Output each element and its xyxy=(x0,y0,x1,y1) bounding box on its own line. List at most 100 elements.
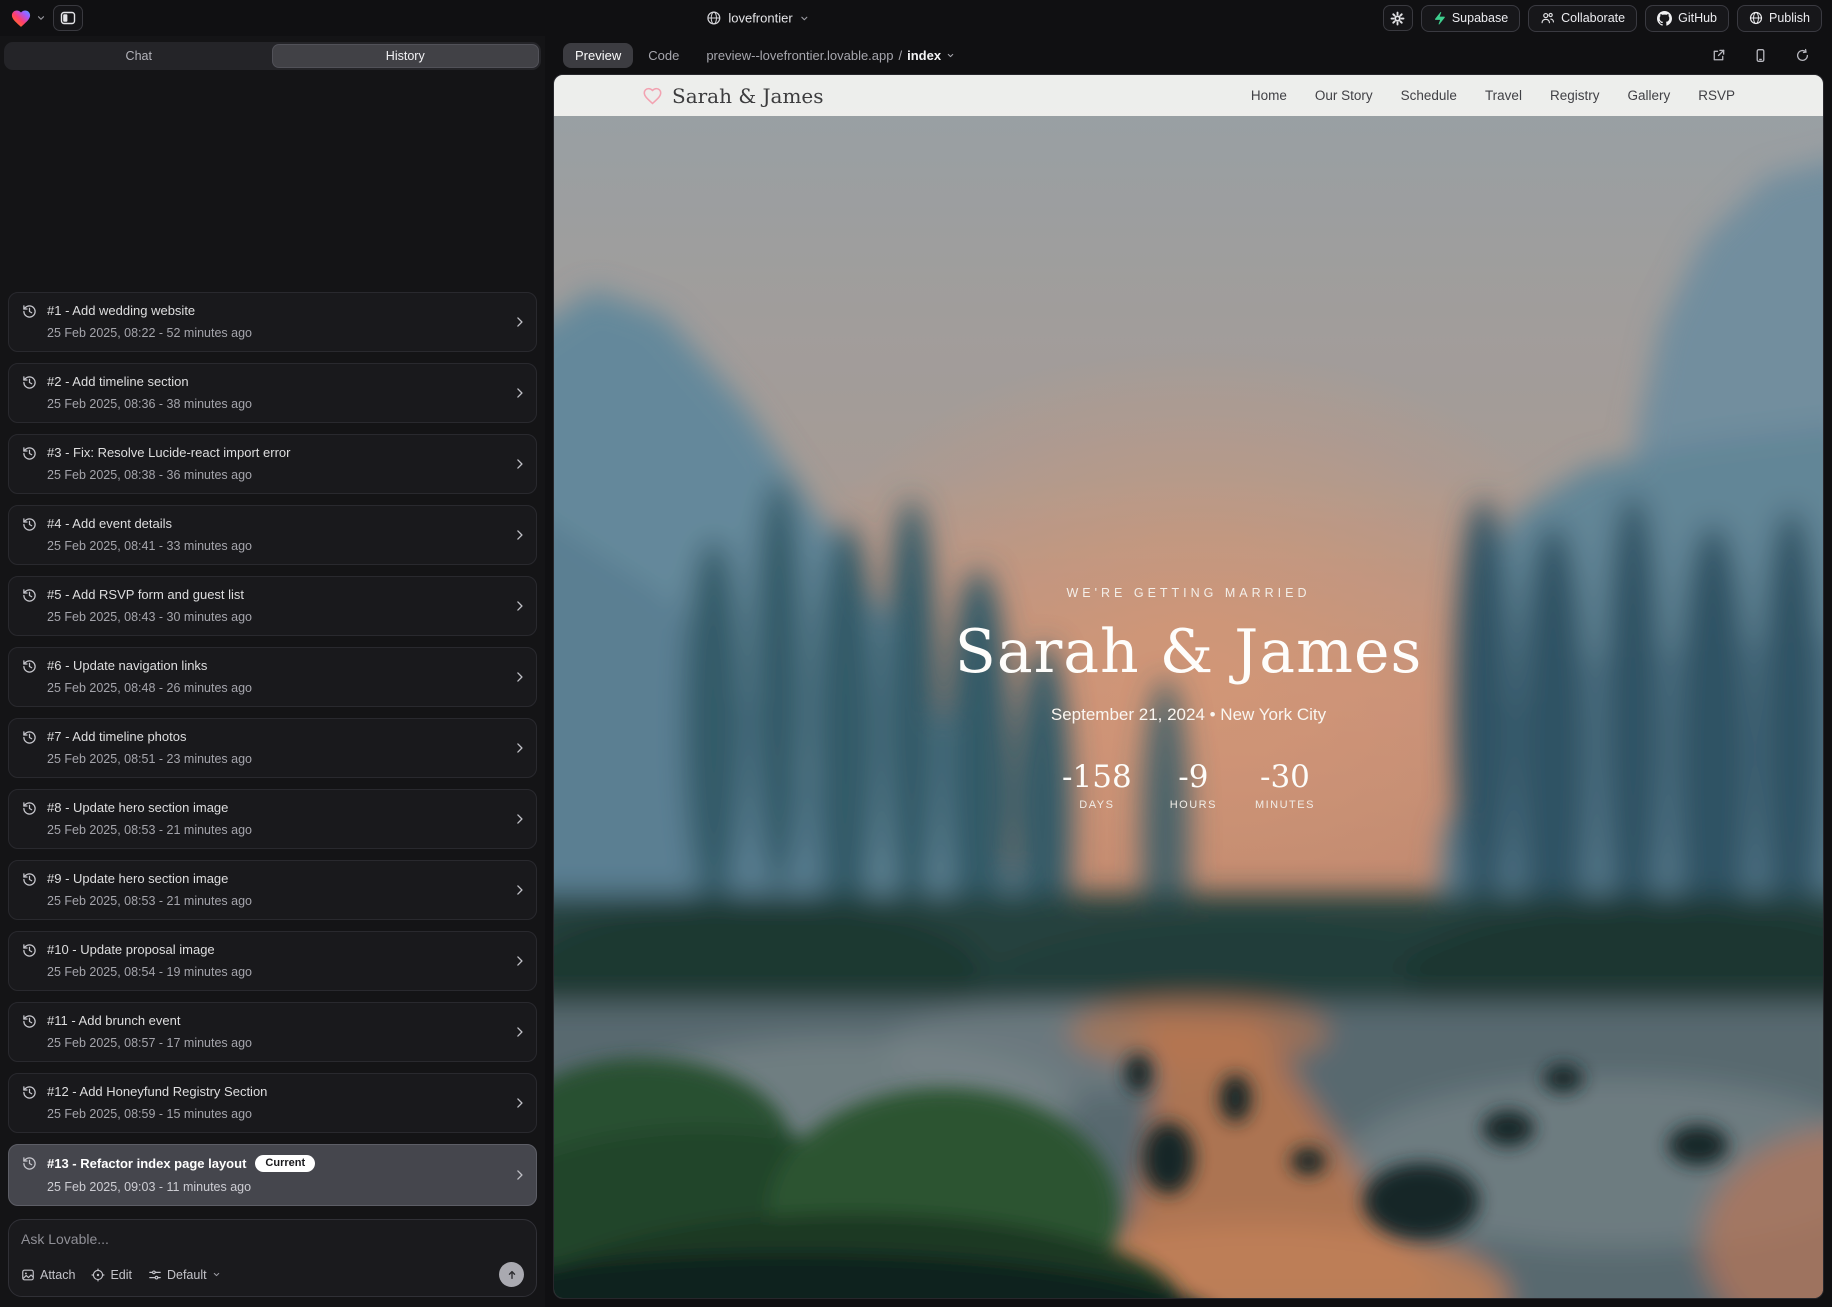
history-item-title: #6 - Update navigation links xyxy=(47,658,207,673)
hero-eyebrow: WE'RE GETTING MARRIED xyxy=(1066,586,1310,600)
mode-select[interactable]: Default xyxy=(148,1268,221,1282)
external-link-icon[interactable] xyxy=(1711,48,1726,63)
history-item-10[interactable]: #10 - Update proposal image 25 Feb 2025, … xyxy=(8,931,537,991)
history-item-7[interactable]: #7 - Add timeline photos25 Feb 2025, 08:… xyxy=(8,718,537,778)
supabase-button[interactable]: Supabase xyxy=(1421,5,1520,32)
history-item-1[interactable]: #1 - Add wedding website 25 Feb 2025, 08:… xyxy=(8,292,537,352)
history-item-11[interactable]: #11 - Add brunch event25 Feb 2025, 08:57… xyxy=(8,1002,537,1062)
chevron-right-icon xyxy=(513,955,526,968)
countdown-minutes: -30 MINUTES xyxy=(1255,762,1315,811)
preview-url-host: preview--lovefrontier.lovable.app xyxy=(706,48,893,63)
history-item-date: 25 Feb 2025, 08:53 - 21 minutes ago xyxy=(47,823,506,837)
history-item-title: #10 - Update proposal image xyxy=(47,942,215,957)
chevron-right-icon xyxy=(513,458,526,471)
chevron-right-icon xyxy=(513,529,526,542)
chevron-right-icon xyxy=(513,1026,526,1039)
settings-button[interactable] xyxy=(1383,5,1413,31)
history-item-8[interactable]: #8 - Update hero section image25 Feb 202… xyxy=(8,789,537,849)
history-item-date: 25 Feb 2025, 08:48 - 26 minutes ago xyxy=(47,681,506,695)
history-item-date: 25 Feb 2025, 08:36 - 38 minutes ago xyxy=(47,397,506,411)
lovable-heart-icon xyxy=(10,8,32,28)
refresh-icon[interactable] xyxy=(1795,48,1810,63)
app-window: lovefrontier xyxy=(0,0,1832,1307)
supabase-icon xyxy=(1433,11,1446,25)
gear-icon xyxy=(1390,11,1405,26)
nav-registry[interactable]: Registry xyxy=(1550,88,1600,103)
chevron-right-icon xyxy=(513,316,526,329)
history-item-date: 25 Feb 2025, 08:53 - 21 minutes ago xyxy=(47,894,506,908)
countdown-hours-label: HOURS xyxy=(1170,799,1217,811)
hero-section: WE'RE GETTING MARRIED Sarah & James Sept… xyxy=(554,87,1823,1299)
history-item-title: #3 - Fix: Resolve Lucide-react import er… xyxy=(47,445,290,460)
history-item-13-current[interactable]: #13 - Refactor index page layout Current… xyxy=(8,1144,537,1206)
nav-our-story[interactable]: Our Story xyxy=(1315,88,1373,103)
history-item-4[interactable]: #4 - Add event details25 Feb 2025, 08:41… xyxy=(8,505,537,565)
publish-button-label: Publish xyxy=(1769,11,1810,25)
chevron-right-icon xyxy=(513,884,526,897)
chevron-right-icon xyxy=(513,671,526,684)
countdown-days: -158 DAYS xyxy=(1062,762,1132,811)
countdown-minutes-value: -30 xyxy=(1260,762,1310,793)
chevron-down-icon xyxy=(212,1270,221,1279)
chevron-right-icon xyxy=(513,813,526,826)
site-nav: Home Our Story Schedule Travel Registry … xyxy=(1251,88,1735,103)
chevron-right-icon xyxy=(513,742,526,755)
site-header: Sarah & James Home Our Story Schedule Tr… xyxy=(554,75,1823,116)
nav-home[interactable]: Home xyxy=(1251,88,1287,103)
tab-preview[interactable]: Preview xyxy=(563,43,633,68)
history-item-title: #9 - Update hero section image xyxy=(47,871,228,886)
toggle-sidebar-button[interactable] xyxy=(53,5,83,31)
countdown-days-label: DAYS xyxy=(1079,799,1114,811)
countdown-hours-value: -9 xyxy=(1178,762,1208,793)
github-button[interactable]: GitHub xyxy=(1645,5,1729,32)
history-icon xyxy=(22,446,37,461)
history-item-3[interactable]: #3 - Fix: Resolve Lucide-react import er… xyxy=(8,434,537,494)
history-item-date: 25 Feb 2025, 09:03 - 11 minutes ago xyxy=(47,1180,506,1194)
history-item-6[interactable]: #6 - Update navigation links 25 Feb 2025,… xyxy=(8,647,537,707)
tab-code[interactable]: Code xyxy=(648,48,679,63)
publish-globe-icon xyxy=(1749,11,1763,25)
tab-chat[interactable]: Chat xyxy=(6,44,272,68)
project-name: lovefrontier xyxy=(728,11,792,26)
publish-button[interactable]: Publish xyxy=(1737,5,1822,32)
history-icon xyxy=(22,730,37,745)
attach-button-label: Attach xyxy=(40,1268,75,1282)
history-item-date: 25 Feb 2025, 08:54 - 19 minutes ago xyxy=(47,965,506,979)
collaborate-button[interactable]: Collaborate xyxy=(1528,5,1637,32)
edit-button-label: Edit xyxy=(110,1268,132,1282)
edit-button[interactable]: Edit xyxy=(91,1268,132,1282)
preview-url[interactable]: preview--lovefrontier.lovable.app / inde… xyxy=(706,48,955,63)
heart-outline-icon xyxy=(642,86,663,105)
chevron-right-icon xyxy=(513,1097,526,1110)
edit-target-icon xyxy=(91,1268,105,1282)
history-icon xyxy=(22,801,37,816)
history-item-date: 25 Feb 2025, 08:22 - 52 minutes ago xyxy=(47,326,506,340)
ask-lovable-input[interactable] xyxy=(21,1231,524,1247)
history-item-title: #1 - Add wedding website xyxy=(47,303,195,318)
nav-rsvp[interactable]: RSVP xyxy=(1698,88,1735,103)
lovable-logo-menu[interactable] xyxy=(10,8,46,28)
history-item-5[interactable]: #5 - Add RSVP form and guest list25 Feb … xyxy=(8,576,537,636)
history-item-date: 25 Feb 2025, 08:41 - 33 minutes ago xyxy=(47,539,506,553)
countdown-hours: -9 HOURS xyxy=(1170,762,1217,811)
project-selector[interactable]: lovefrontier xyxy=(706,11,809,26)
nav-schedule[interactable]: Schedule xyxy=(1401,88,1457,103)
nav-gallery[interactable]: Gallery xyxy=(1627,88,1670,103)
github-icon xyxy=(1657,11,1672,26)
mobile-icon[interactable] xyxy=(1753,48,1768,63)
history-icon xyxy=(22,517,37,532)
globe-icon xyxy=(706,11,721,26)
history-icon xyxy=(22,375,37,390)
history-item-title: #7 - Add timeline photos xyxy=(47,729,186,744)
history-item-12[interactable]: #12 - Add Honeyfund Registry Section25 F… xyxy=(8,1073,537,1133)
preview-frame[interactable]: Sarah & James Home Our Story Schedule Tr… xyxy=(553,74,1824,1299)
tab-history[interactable]: History xyxy=(272,44,540,68)
history-item-2[interactable]: #2 - Add timeline section25 Feb 2025, 08… xyxy=(8,363,537,423)
send-button[interactable] xyxy=(499,1262,524,1287)
attach-button[interactable]: Attach xyxy=(21,1268,75,1282)
site-brand[interactable]: Sarah & James xyxy=(642,84,824,108)
top-bar: lovefrontier xyxy=(0,0,1832,36)
history-item-9[interactable]: #9 - Update hero section image 25 Feb 202… xyxy=(8,860,537,920)
supabase-button-label: Supabase xyxy=(1452,11,1508,25)
nav-travel[interactable]: Travel xyxy=(1485,88,1522,103)
